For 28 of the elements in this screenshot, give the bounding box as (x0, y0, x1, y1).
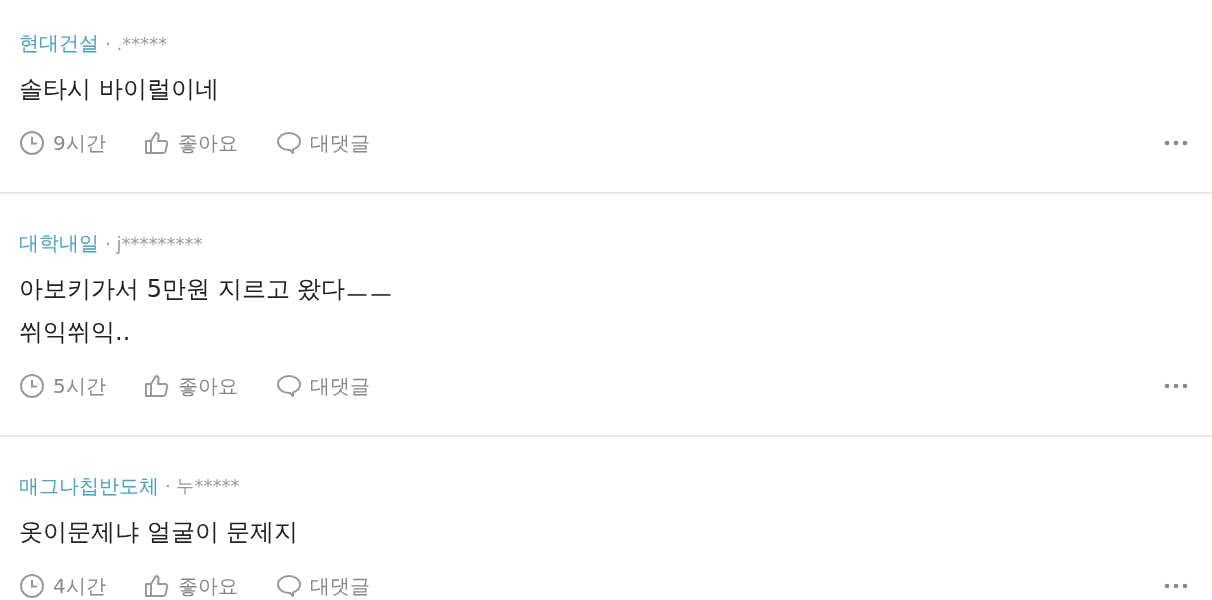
speech-bubble-icon (275, 574, 302, 598)
reply-button[interactable]: 대댓글 (275, 129, 370, 157)
masked-username: · 누***** (165, 474, 240, 498)
time-label: 9시간 (19, 129, 106, 157)
author-name[interactable]: 현대건설 (19, 29, 99, 57)
like-button[interactable]: 좋아요 (143, 372, 238, 400)
time-label: 4시간 (19, 572, 106, 600)
masked-username: · .***** (105, 32, 168, 54)
comment-text: 솔타시 바이럴이네 (19, 74, 220, 105)
thumbs-up-icon (143, 131, 170, 155)
comment-text: 쒸익쒸익.. (19, 317, 132, 348)
like-button[interactable]: 좋아요 (143, 129, 238, 157)
reply-button[interactable]: 대댓글 (275, 372, 370, 400)
masked-username: · j********* (105, 232, 203, 254)
speech-bubble-icon (275, 131, 302, 155)
clock-icon (19, 373, 45, 399)
reply-button[interactable]: 대댓글 (275, 572, 370, 600)
like-button[interactable]: 좋아요 (143, 572, 238, 600)
author-name[interactable]: 대학내일 (19, 229, 99, 257)
time-label: 5시간 (19, 372, 106, 400)
author-name[interactable]: 매그나칩반도체 (19, 472, 159, 500)
comment-text: 옷이문제냐 얼굴이 문제지 (19, 517, 300, 548)
thumbs-up-icon (143, 374, 170, 398)
comment-text: 아보키가서 5만원 지르고 왔다ㅡㅡ (19, 274, 395, 305)
thumbs-up-icon (143, 574, 170, 598)
clock-icon (19, 130, 45, 156)
speech-bubble-icon (275, 374, 302, 398)
clock-icon (19, 573, 45, 599)
